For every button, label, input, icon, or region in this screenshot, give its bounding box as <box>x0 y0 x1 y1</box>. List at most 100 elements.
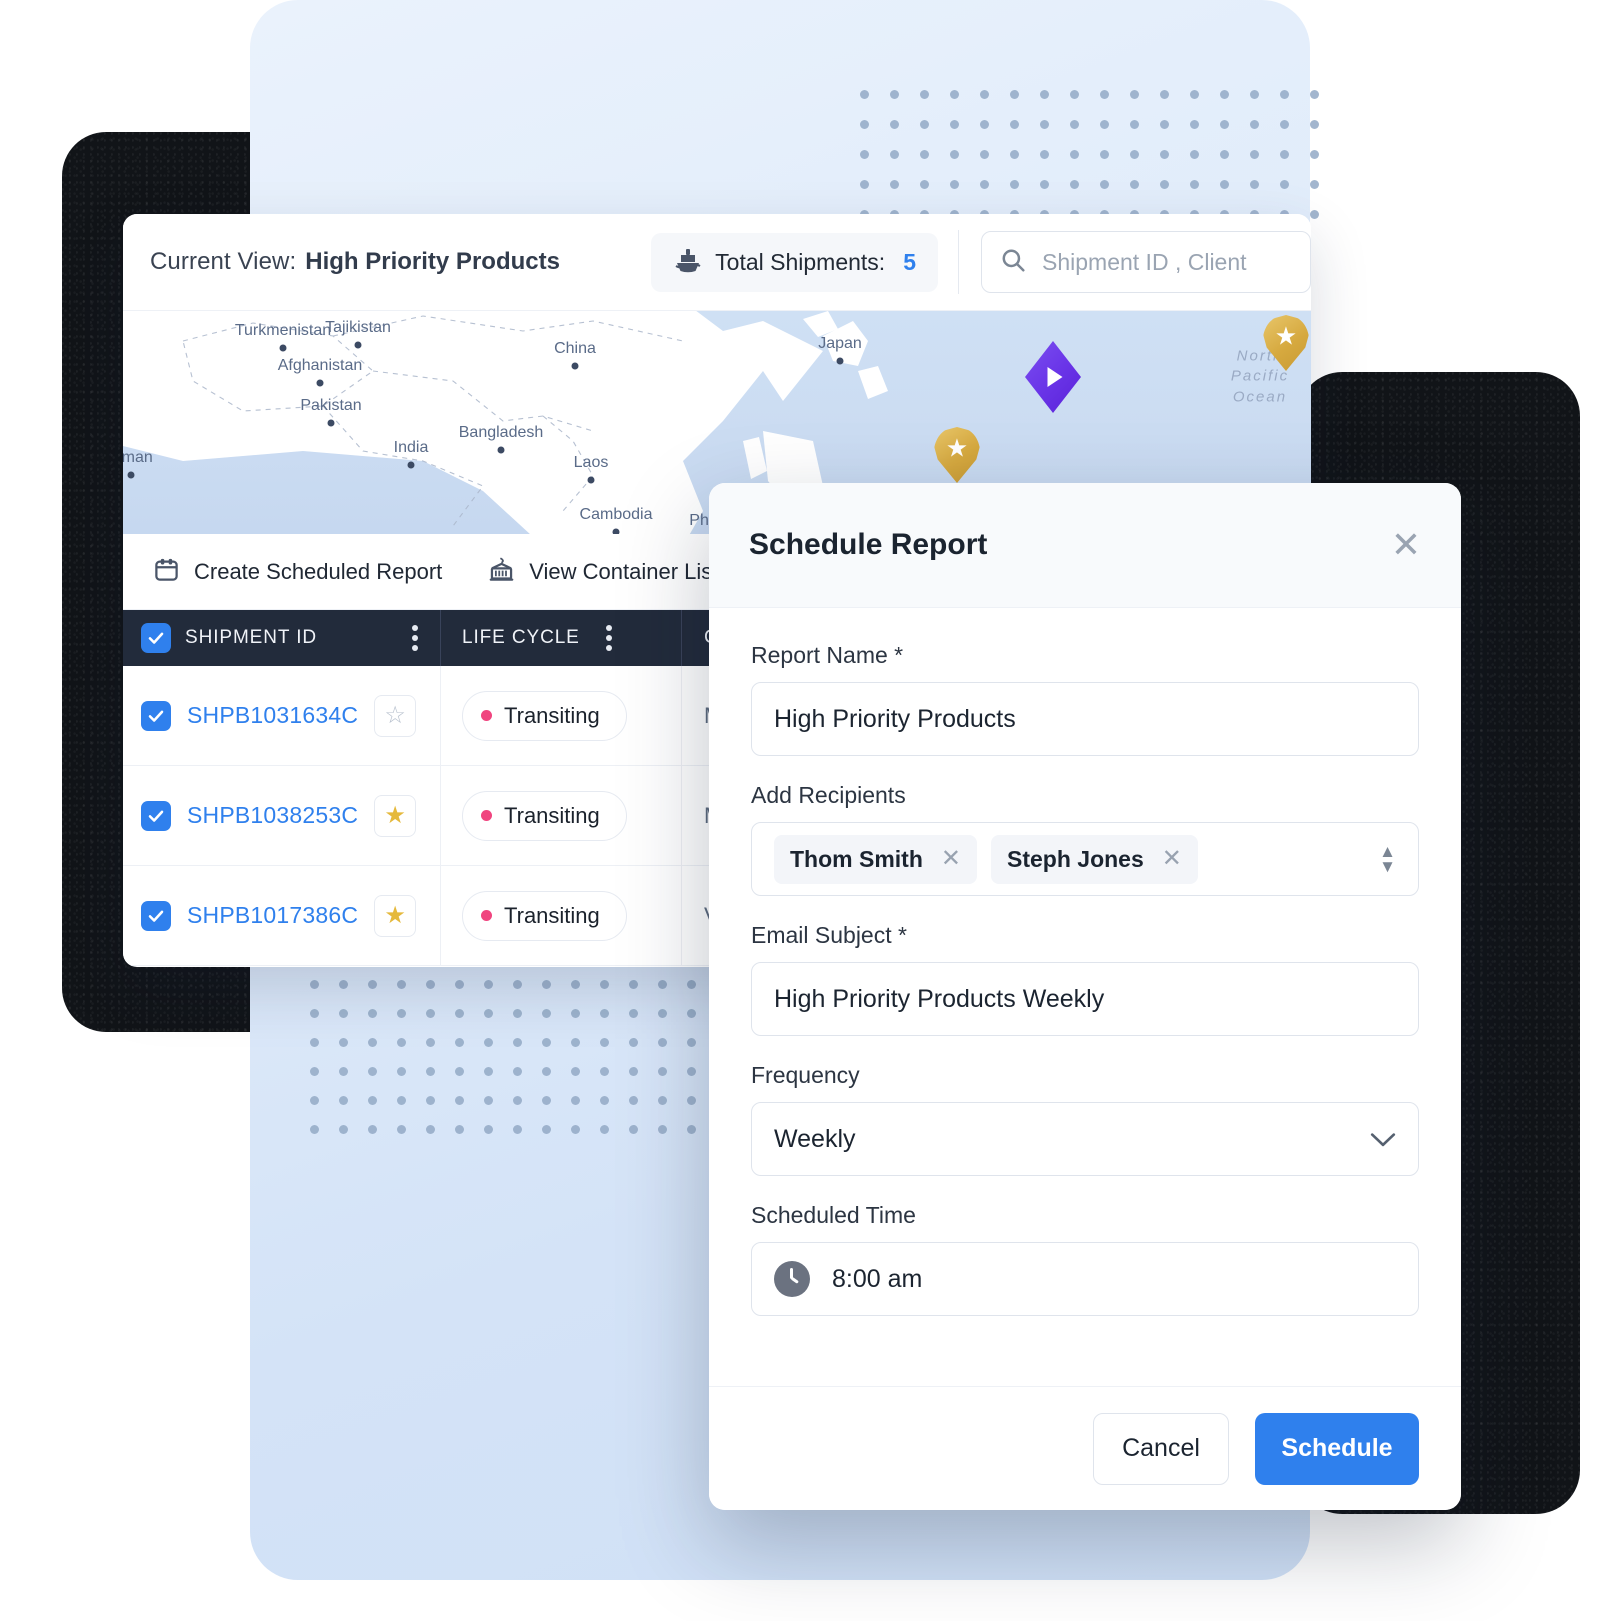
frequency-field: Frequency Weekly <box>751 1062 1419 1176</box>
report-name-input[interactable]: High Priority Products <box>751 682 1419 756</box>
map-label: Japan <box>818 335 862 352</box>
report-name-value: High Priority Products <box>774 704 1016 733</box>
map-label: Laos <box>573 454 609 471</box>
schedule-button[interactable]: Schedule <box>1255 1412 1419 1485</box>
map-city-dot <box>127 471 135 479</box>
schedule-report-modal: Schedule Report ✕ Report Name * High Pri… <box>709 483 1461 1510</box>
scheduled-time-label: Scheduled Time <box>751 1202 916 1228</box>
cell-shipment-id: SHPB1038253C ★ <box>123 766 441 865</box>
map-label: Bangladesh <box>458 424 544 441</box>
star-pin-marker[interactable]: ★ <box>1263 315 1309 371</box>
container-icon <box>488 556 515 588</box>
status-label: Transiting <box>504 702 600 728</box>
column-header-shipment-id[interactable]: SHIPMENT ID <box>123 610 441 666</box>
map-label: China <box>554 340 596 357</box>
row-checkbox[interactable] <box>141 800 171 831</box>
modal-header: Schedule Report ✕ <box>709 483 1461 608</box>
stepper-updown-icon[interactable]: ▲ ▼ <box>1379 843 1396 875</box>
map-label: India <box>393 439 429 456</box>
status-dot <box>481 810 492 821</box>
kebab-menu-icon[interactable] <box>412 625 418 651</box>
create-scheduled-report-label: Create Scheduled Report <box>194 558 443 584</box>
map-city-dot <box>587 476 595 484</box>
status-badge: Transiting <box>462 790 627 841</box>
map-city-dot <box>327 419 335 427</box>
cell-life-cycle: Transiting <box>441 866 682 965</box>
create-scheduled-report-button[interactable]: Create Scheduled Report <box>153 556 442 588</box>
email-subject-input[interactable]: High Priority Products Weekly <box>751 962 1419 1036</box>
map-city-dot <box>316 379 324 387</box>
scheduled-time-value: 8:00 am <box>832 1264 923 1293</box>
select-all-checkbox[interactable] <box>141 623 171 653</box>
header-divider <box>958 230 959 294</box>
view-container-list-label: View Container List <box>529 558 719 584</box>
recipient-chip[interactable]: Thom Smith ✕ <box>774 834 977 884</box>
cell-life-cycle: Transiting <box>441 666 682 765</box>
map-label: Tajikistan <box>325 319 391 336</box>
status-dot <box>481 910 492 921</box>
frequency-value: Weekly <box>774 1124 856 1153</box>
map-label: Pakistan <box>300 397 362 414</box>
total-shipments-badge: Total Shipments: 5 <box>651 232 938 292</box>
cell-life-cycle: Transiting <box>441 766 682 865</box>
row-checkbox[interactable] <box>141 900 171 931</box>
frequency-select[interactable]: Weekly <box>751 1102 1419 1176</box>
shipment-id-link[interactable]: SHPB1017386C <box>187 902 358 929</box>
ship-icon <box>673 247 703 278</box>
status-label: Transiting <box>504 802 600 828</box>
cell-shipment-id: SHPB1017386C ★ <box>123 866 441 965</box>
recipient-name: Thom Smith <box>790 845 923 872</box>
map-city-dot <box>836 357 844 365</box>
screenshot-root: Current View: High Priority Products Tot… <box>0 0 1620 1621</box>
status-dot <box>481 710 492 721</box>
header-right-group: Total Shipments: 5 Shipment ID , Client <box>651 214 1311 310</box>
map-city-dot <box>497 446 505 454</box>
shipment-id-link[interactable]: SHPB1038253C <box>187 802 358 829</box>
total-shipments-count: 5 <box>903 248 916 275</box>
recipients-input[interactable]: Thom Smith ✕ Steph Jones ✕ ▲ ▼ <box>751 822 1419 896</box>
row-checkbox[interactable] <box>141 700 171 731</box>
chevron-down-icon[interactable] <box>1370 1126 1396 1152</box>
view-container-list-button[interactable]: View Container List <box>488 556 718 588</box>
map-label: Afghanistan <box>277 357 363 374</box>
map-city-dot <box>407 461 415 469</box>
star-pin-marker[interactable]: ★ <box>934 427 980 483</box>
recipient-chip[interactable]: Steph Jones ✕ <box>991 834 1198 884</box>
frequency-label: Frequency <box>751 1062 860 1088</box>
dot-grid-top <box>860 90 1320 220</box>
app-header: Current View: High Priority Products Tot… <box>123 214 1311 311</box>
search-box[interactable]: Shipment ID , Client <box>981 231 1311 293</box>
cell-shipment-id: SHPB1031634C ☆ <box>123 666 441 765</box>
map-label: Cambodia <box>579 506 653 523</box>
kebab-menu-icon[interactable] <box>605 625 612 651</box>
close-icon[interactable]: ✕ <box>941 847 961 871</box>
clock-icon <box>774 1261 810 1297</box>
favorite-star-icon[interactable]: ★ <box>374 794 417 837</box>
scheduled-time-input[interactable]: 8:00 am <box>751 1242 1419 1316</box>
calendar-icon <box>153 556 180 588</box>
shipment-id-link[interactable]: SHPB1031634C <box>187 702 358 729</box>
favorite-star-icon[interactable]: ☆ <box>374 694 417 737</box>
column-header-life-cycle[interactable]: LIFE CYCLE <box>441 610 682 666</box>
email-subject-field: Email Subject * High Priority Products W… <box>751 922 1419 1036</box>
scheduled-time-field: Scheduled Time 8:00 am <box>751 1202 1419 1316</box>
map-city-dot <box>612 528 620 534</box>
vessel-marker[interactable] <box>1025 341 1081 413</box>
current-view-label: Current View: <box>150 248 297 275</box>
search-input[interactable]: Shipment ID , Client <box>1042 249 1247 276</box>
email-subject-value: High Priority Products Weekly <box>774 984 1105 1013</box>
close-icon[interactable]: ✕ <box>1162 847 1182 871</box>
recipients-field: Add Recipients Thom Smith ✕ Steph Jones … <box>751 782 1419 896</box>
column-header-shipment-id-label: SHIPMENT ID <box>185 627 318 648</box>
dot-grid-bottom <box>310 980 730 1145</box>
total-shipments-label: Total Shipments: <box>715 248 886 275</box>
report-name-field: Report Name * High Priority Products <box>751 642 1419 756</box>
cancel-button[interactable]: Cancel <box>1093 1412 1229 1485</box>
favorite-star-icon[interactable]: ★ <box>374 894 417 937</box>
current-view-value: High Priority Products <box>305 248 560 275</box>
close-icon[interactable]: ✕ <box>1391 527 1421 563</box>
column-header-life-cycle-label: LIFE CYCLE <box>462 627 580 648</box>
email-subject-label: Email Subject * <box>751 922 907 948</box>
map-city-dot <box>571 362 579 370</box>
status-badge: Transiting <box>462 690 627 741</box>
